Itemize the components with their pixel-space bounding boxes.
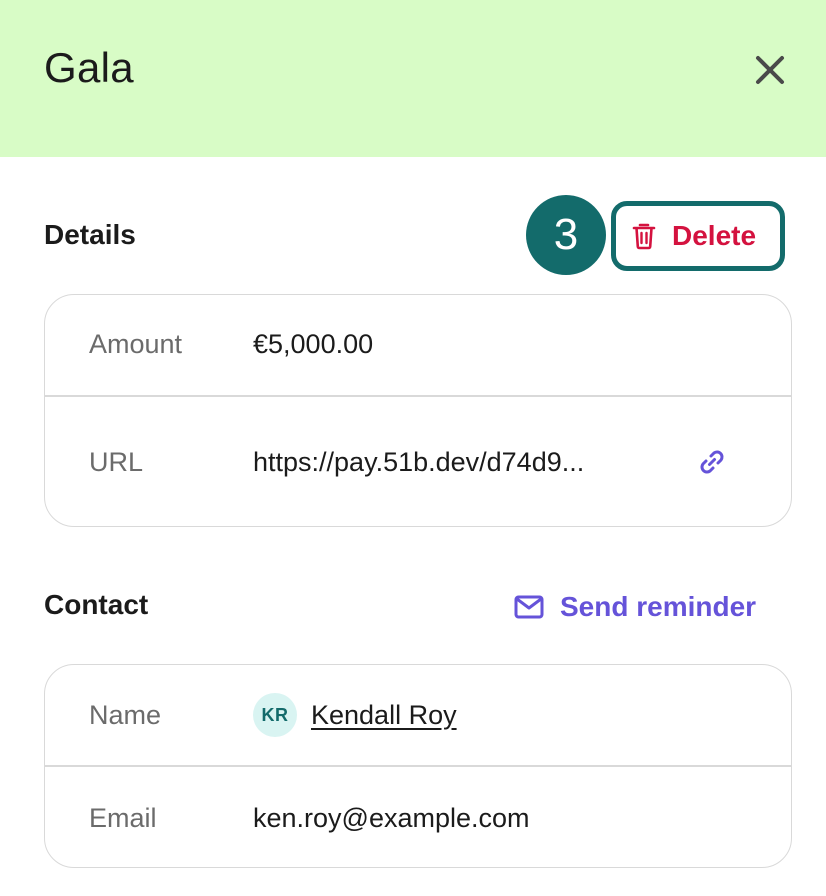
email-row: Email ken.roy@example.com: [45, 766, 791, 867]
details-heading: Details: [44, 219, 136, 250]
send-reminder-button[interactable]: Send reminder: [514, 589, 756, 625]
contact-name-link[interactable]: Kendall Roy: [311, 700, 457, 731]
trash-icon: [632, 222, 656, 250]
contact-heading: Contact: [44, 589, 149, 620]
link-icon[interactable]: [697, 447, 727, 482]
email-label: Email: [89, 803, 157, 833]
details-card: Amount €5,000.00 URL https://pay.51b.dev…: [44, 294, 792, 527]
delete-label: Delete: [672, 220, 757, 251]
name-label: Name: [89, 700, 162, 730]
avatar: KR: [253, 693, 297, 737]
url-value: https://pay.51b.dev/d74d9...: [253, 447, 585, 477]
envelope-icon: [514, 595, 544, 619]
panel-title: Gala: [44, 44, 134, 91]
amount-label: Amount: [89, 329, 183, 359]
name-row: Name KR Kendall Roy: [45, 665, 791, 766]
delete-button[interactable]: Delete: [611, 201, 785, 271]
close-button[interactable]: [748, 48, 792, 92]
url-row: URL https://pay.51b.dev/d74d9...: [45, 396, 791, 526]
step-badge: 3: [526, 195, 606, 275]
send-reminder-label: Send reminder: [560, 591, 757, 622]
close-icon: [756, 56, 784, 84]
contact-card: Name KR Kendall Roy Email ken.roy@exampl…: [44, 664, 792, 868]
email-value: ken.roy@example.com: [253, 803, 530, 833]
url-label: URL: [89, 447, 144, 477]
panel-header: Gala: [0, 0, 826, 157]
amount-row: Amount €5,000.00: [45, 295, 791, 396]
amount-value: €5,000.00: [253, 329, 374, 359]
